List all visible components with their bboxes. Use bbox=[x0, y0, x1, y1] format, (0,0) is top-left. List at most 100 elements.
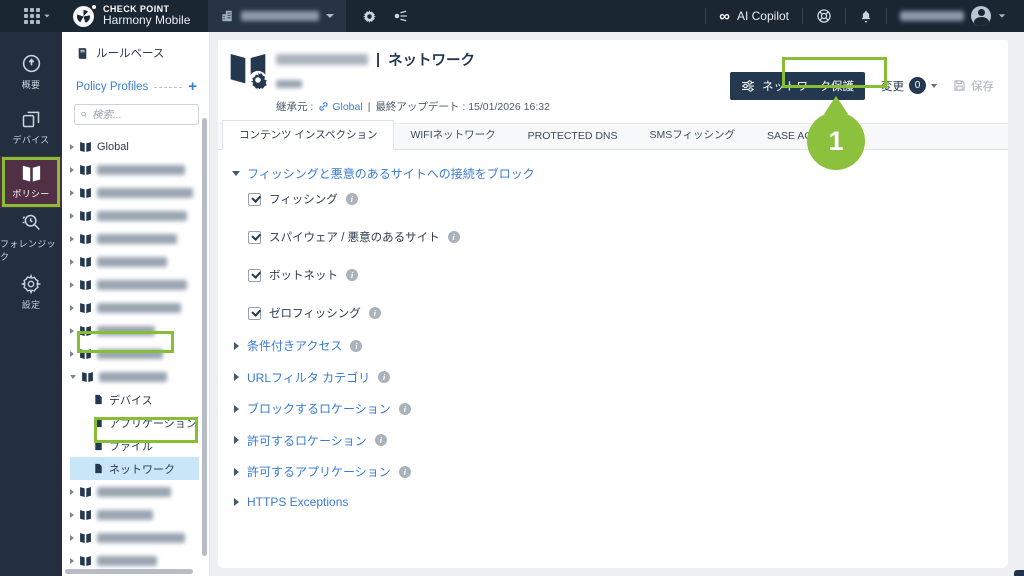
tree-item[interactable] bbox=[70, 526, 209, 549]
section-blocked-locations[interactable]: ブロックするロケーション i bbox=[234, 400, 990, 417]
collapse-arrow-icon[interactable] bbox=[70, 374, 76, 379]
building-icon bbox=[222, 10, 233, 22]
tree-item[interactable] bbox=[70, 342, 209, 365]
tree-item[interactable] bbox=[70, 296, 209, 319]
rail-item-forensics[interactable]: フォレンジック bbox=[0, 211, 62, 263]
info-icon[interactable]: i bbox=[346, 269, 358, 281]
tenant-name-redacted bbox=[241, 11, 320, 21]
info-icon[interactable]: i bbox=[447, 231, 460, 243]
tree-child-applications[interactable]: アプリケーション bbox=[70, 411, 209, 434]
tab-content-inspection[interactable]: コンテンツ インスペクション bbox=[222, 120, 395, 150]
tab-bar: コンテンツ インスペクション WIFIネットワーク PROTECTED DNS … bbox=[218, 120, 1008, 150]
subtitle bbox=[276, 75, 730, 93]
sidebar-item-rulebase[interactable]: ルールベース bbox=[62, 32, 209, 71]
tab-sms-phishing[interactable]: SMSフィッシング bbox=[634, 121, 752, 149]
tab-wifi-network[interactable]: WIFIネットワーク bbox=[394, 121, 511, 149]
info-icon[interactable]: i bbox=[368, 307, 381, 319]
search-input[interactable] bbox=[92, 108, 192, 121]
checkbox-label: フィッシング bbox=[269, 194, 338, 206]
tree-item-label: ファイル bbox=[109, 440, 153, 453]
policy-profiles-header: Policy Profiles + bbox=[62, 71, 209, 100]
spyware-checkbox[interactable] bbox=[248, 230, 261, 244]
expand-arrow-icon bbox=[234, 404, 239, 413]
profile-tree: Global デバイス アプリケーション ファイル ネットワーク bbox=[62, 133, 209, 576]
info-icon[interactable]: i bbox=[374, 434, 387, 446]
tree-item[interactable] bbox=[70, 204, 209, 227]
section-conditional-access[interactable]: 条件付きアクセス i bbox=[234, 337, 990, 354]
section-https-exceptions[interactable]: HTTPS Exceptions bbox=[234, 495, 990, 509]
tree-item[interactable] bbox=[70, 250, 209, 273]
botnet-checkbox[interactable] bbox=[248, 268, 261, 282]
tree-item-label: デバイス bbox=[109, 394, 153, 407]
expand-arrow-icon bbox=[234, 341, 239, 350]
collapse-arrow-icon bbox=[232, 171, 240, 176]
tree-item[interactable] bbox=[70, 158, 209, 181]
horizontal-scrollbar[interactable] bbox=[65, 569, 193, 574]
rail-item-overview[interactable]: 概要 bbox=[0, 46, 62, 98]
tree-item[interactable] bbox=[70, 503, 209, 526]
rail-item-label: 設定 bbox=[21, 299, 41, 310]
profile-book-icon bbox=[80, 279, 91, 290]
infinity-icon: ∞ bbox=[719, 7, 730, 25]
tree-item[interactable] bbox=[70, 319, 209, 342]
inherited-link[interactable]: Global bbox=[318, 100, 363, 113]
tree-item-expanded-profile[interactable] bbox=[70, 365, 209, 388]
expand-arrow-icon[interactable] bbox=[70, 143, 74, 150]
sliders-icon bbox=[742, 79, 754, 92]
phishing-checkbox[interactable] bbox=[248, 192, 261, 206]
inherited-link-label: Global bbox=[332, 100, 363, 113]
checkbox-row-botnet: ボットネット i bbox=[248, 267, 990, 283]
profile-book-icon bbox=[80, 164, 91, 175]
help-button[interactable] bbox=[816, 8, 832, 24]
rail-item-label: フォレンジック bbox=[0, 238, 56, 262]
changes-dropdown[interactable]: 変更 0 bbox=[881, 77, 937, 94]
section-label: フィッシングと悪意のあるサイトへの接続をブロック bbox=[247, 167, 535, 181]
section-allowed-locations[interactable]: 許可するロケーション i bbox=[234, 432, 990, 449]
info-icon[interactable]: i bbox=[398, 402, 411, 415]
tree-child-network-selected[interactable]: ネットワーク bbox=[70, 457, 199, 480]
tree-item-redacted bbox=[97, 302, 181, 313]
vertical-scrollbar[interactable] bbox=[202, 118, 207, 556]
profile-search[interactable] bbox=[74, 104, 199, 125]
chevron-down-icon bbox=[326, 14, 335, 18]
add-profile-button[interactable]: + bbox=[188, 79, 197, 94]
tenant-selector[interactable] bbox=[208, 0, 347, 32]
tab-content: フィッシングと悪意のあるサイトへの接続をブロック フィッシング i スパイウェア… bbox=[218, 150, 1008, 509]
checkbox-label: ゼロフィッシング bbox=[269, 308, 361, 320]
product-name: Harmony Mobile bbox=[103, 13, 191, 28]
tree-child-files[interactable]: ファイル bbox=[70, 434, 209, 457]
gear-icon bbox=[363, 9, 377, 23]
expand-arrow-icon bbox=[234, 373, 239, 381]
profile-book-icon bbox=[80, 509, 91, 520]
tree-item[interactable] bbox=[70, 273, 209, 296]
tree-item[interactable] bbox=[70, 181, 209, 204]
tree-item[interactable] bbox=[70, 480, 209, 503]
corner-widget bbox=[1014, 570, 1024, 576]
section-phishing-block[interactable]: フィッシングと悪意のあるサイトへの接続をブロック bbox=[232, 165, 990, 182]
tab-protected-dns[interactable]: PROTECTED DNS bbox=[512, 124, 634, 149]
tree-item[interactable] bbox=[70, 227, 209, 250]
notifications-button[interactable] bbox=[859, 9, 873, 24]
info-icon[interactable]: i bbox=[350, 339, 363, 352]
global-settings-button[interactable] bbox=[362, 9, 377, 24]
tree-child-devices[interactable]: デバイス bbox=[70, 388, 209, 411]
info-icon[interactable]: i bbox=[345, 193, 358, 205]
user-menu[interactable] bbox=[900, 6, 1006, 26]
rail-item-settings[interactable]: 設定 bbox=[0, 266, 62, 318]
tree-item-redacted bbox=[97, 348, 163, 359]
rail-item-policy[interactable]: ポリシー bbox=[0, 156, 62, 208]
profile-book-icon bbox=[80, 555, 91, 566]
section-url-filter-categories[interactable]: URLフィルタ カテゴリ i bbox=[234, 369, 990, 386]
policy-profiles-label[interactable]: Policy Profiles bbox=[76, 81, 148, 93]
info-icon[interactable]: i bbox=[378, 371, 391, 383]
ai-copilot-button[interactable]: ∞ AI Copilot bbox=[719, 8, 789, 25]
rail-item-devices[interactable]: デバイス bbox=[0, 101, 62, 153]
section-allowed-applications[interactable]: 許可するアプリケーション i bbox=[234, 463, 990, 480]
tree-item-global[interactable]: Global bbox=[70, 135, 209, 158]
zero-phishing-checkbox[interactable] bbox=[248, 306, 261, 320]
info-icon[interactable]: i bbox=[398, 465, 411, 478]
broadcast-button[interactable] bbox=[393, 9, 409, 23]
save-button[interactable]: 保存 bbox=[953, 78, 994, 94]
app-switcher-button[interactable] bbox=[0, 8, 51, 24]
broadcast-icon bbox=[395, 10, 408, 22]
